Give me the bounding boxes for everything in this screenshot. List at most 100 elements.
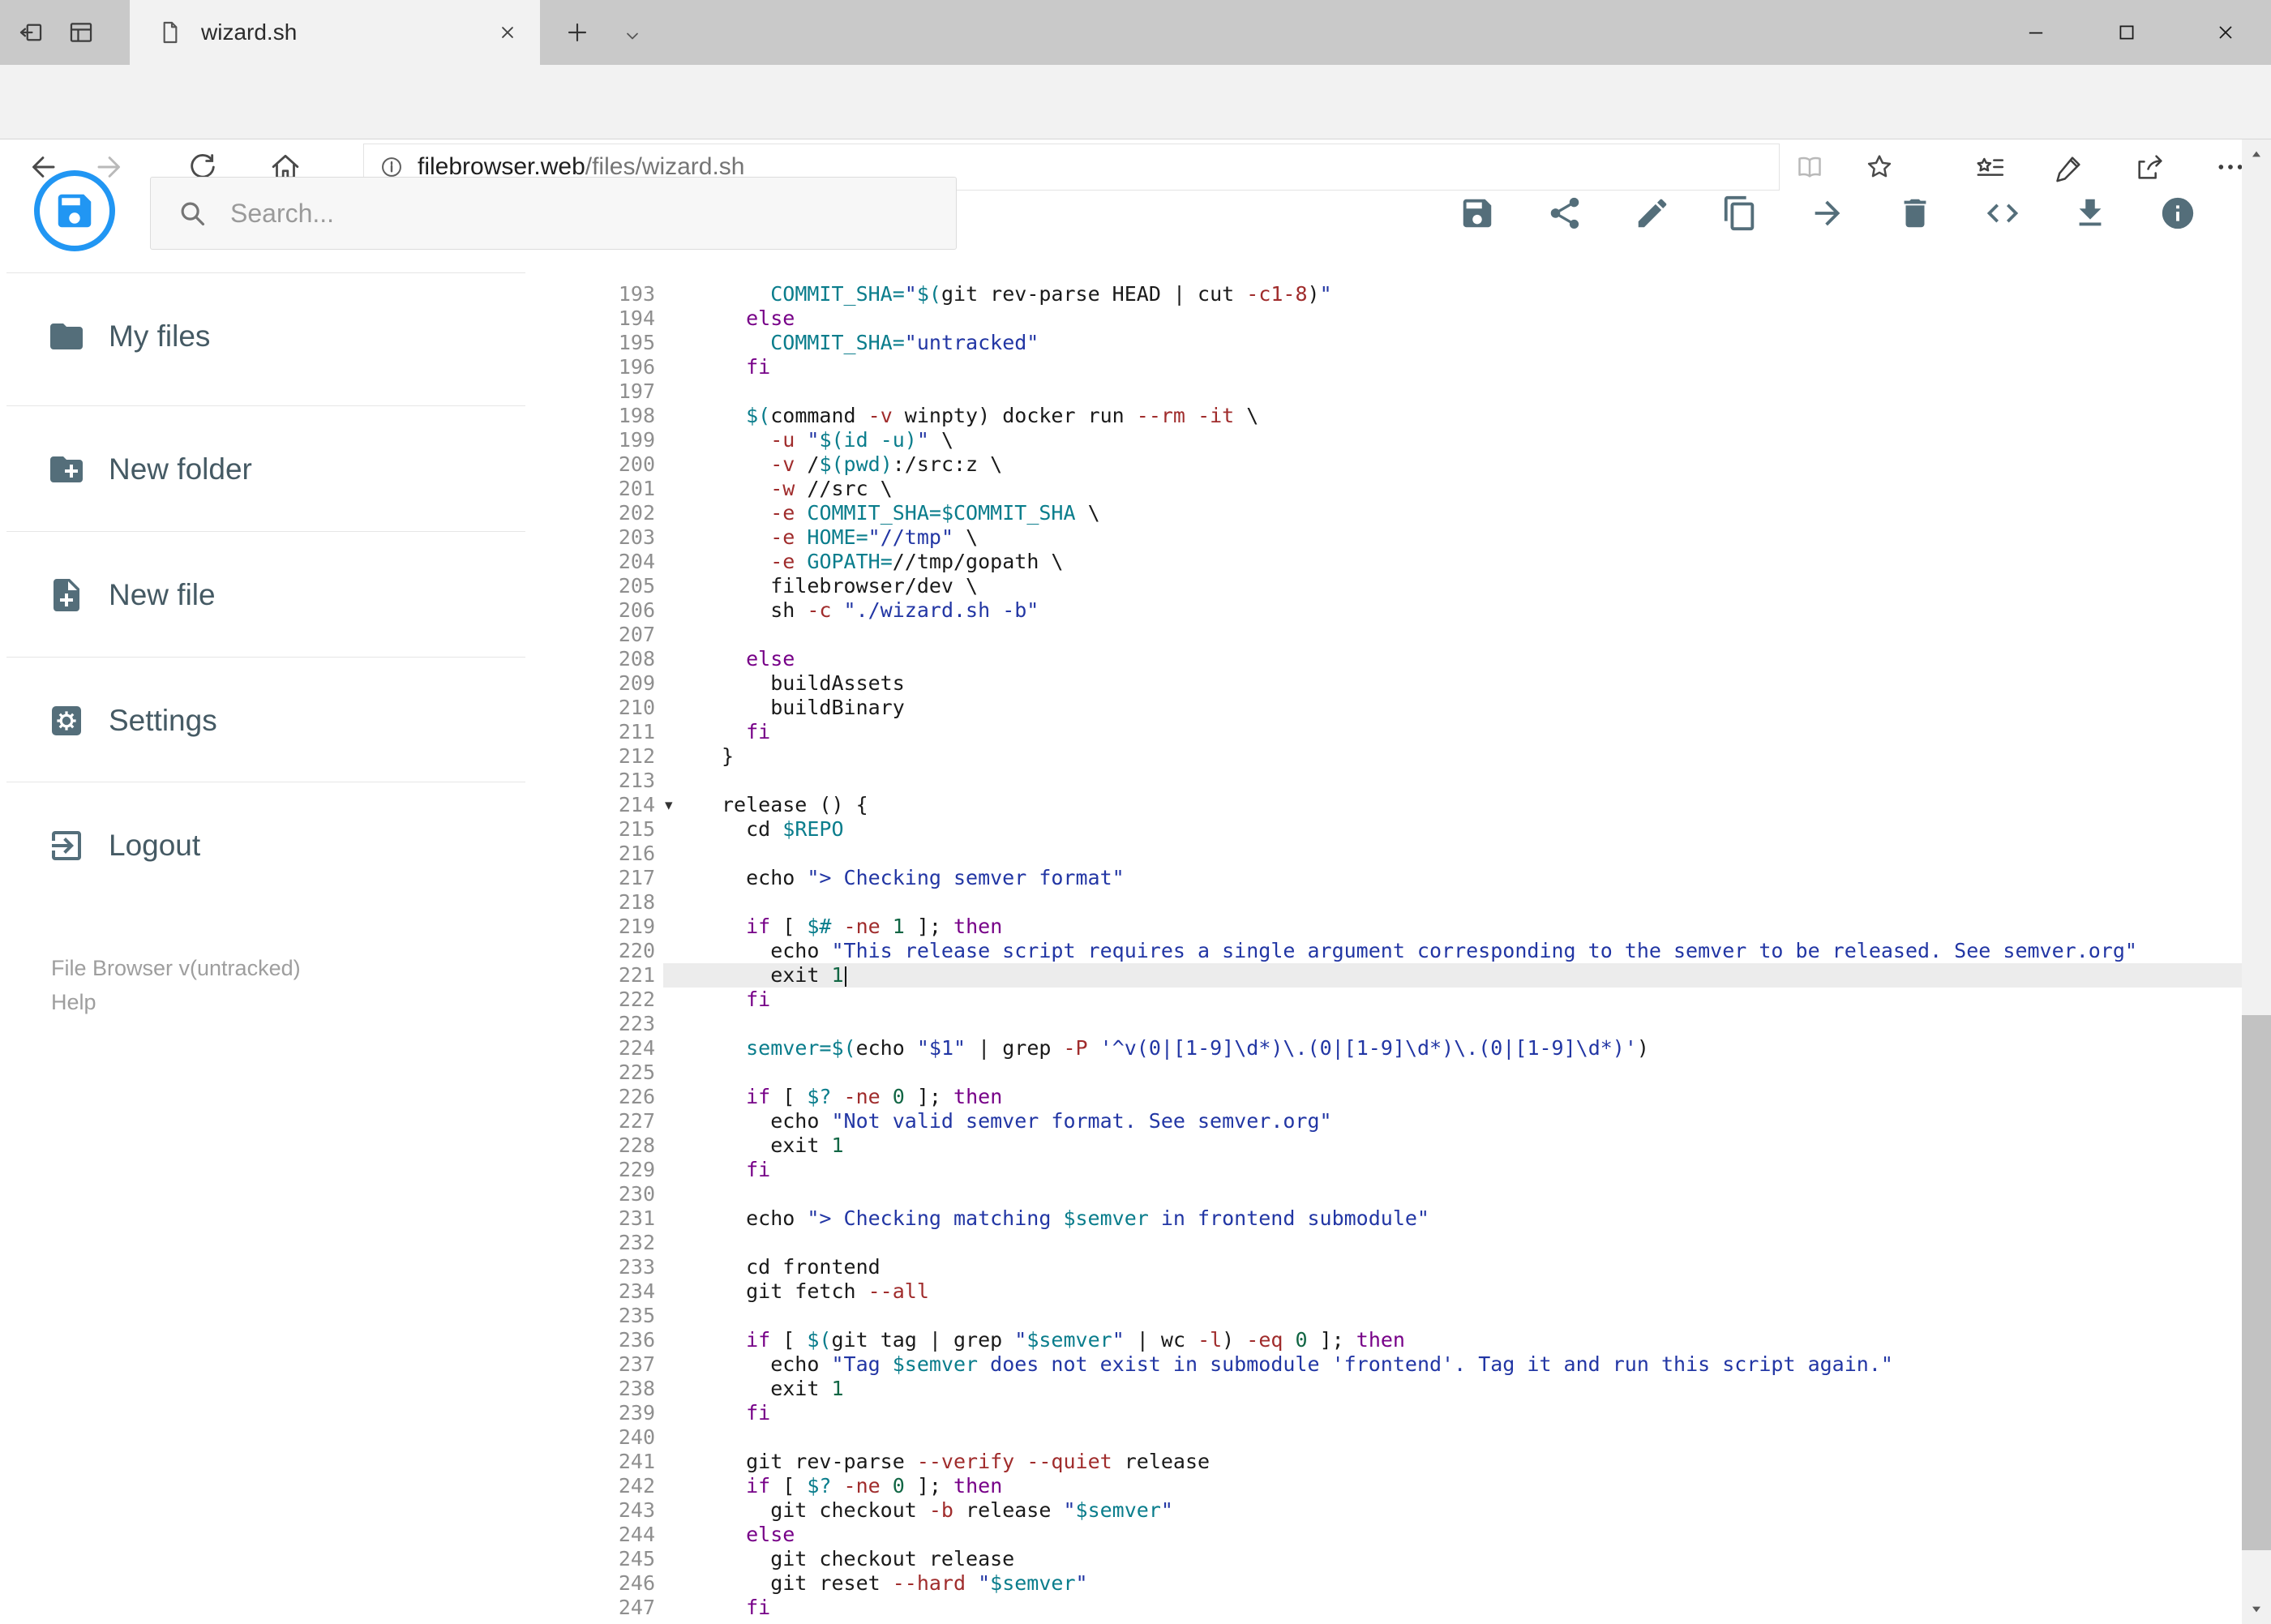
code-line[interactable]: 223 [535, 1012, 2242, 1036]
chevron-down-icon[interactable] [618, 21, 647, 50]
tab-close-icon[interactable] [493, 18, 522, 47]
code-line[interactable]: 246 git reset --hard "$semver" [535, 1571, 2242, 1596]
code-editor[interactable]: 193 COMMIT_SHA="$(git rev-parse HEAD | c… [535, 282, 2242, 1624]
code-line[interactable]: 220 echo "This release script requires a… [535, 939, 2242, 963]
favorite-star-icon[interactable] [1857, 144, 1902, 190]
code-text: -e GOPATH=//tmp/gopath \ [770, 550, 1064, 573]
code-line[interactable]: 216 [535, 842, 2242, 866]
help-link[interactable]: Help [51, 988, 301, 1017]
code-line[interactable]: 205 filebrowser/dev \ [535, 574, 2242, 598]
code-line[interactable]: 221 exit 1 [535, 963, 2242, 988]
fold-marker-icon[interactable]: ▾ [665, 793, 673, 817]
code-line[interactable]: 211 fi [535, 720, 2242, 744]
scroll-down-icon[interactable] [2242, 1595, 2271, 1624]
line-number: 221 [618, 963, 655, 987]
code-line[interactable]: 247 fi [535, 1596, 2242, 1620]
code-line[interactable]: 197 [535, 379, 2242, 404]
logout-icon [47, 826, 86, 865]
code-line[interactable]: 233 cd frontend [535, 1255, 2242, 1279]
code-text: fi [746, 355, 771, 379]
code-line[interactable]: 208 else [535, 647, 2242, 671]
code-text: else [746, 1523, 795, 1546]
sidebar-item-logout[interactable]: Logout [6, 782, 525, 909]
page-scrollbar[interactable] [2242, 139, 2271, 1624]
move-icon[interactable] [1805, 191, 1850, 236]
code-text: filebrowser/dev \ [722, 574, 979, 598]
code-line[interactable]: 194 else [535, 306, 2242, 331]
code-line[interactable]: 242 if [ $? -ne 0 ]; then [535, 1474, 2242, 1498]
web-note-pen-icon[interactable] [2047, 144, 2093, 190]
code-line[interactable]: 207 [535, 623, 2242, 647]
minimize-icon[interactable] [1990, 0, 2081, 65]
code-line[interactable]: 210 buildBinary [535, 696, 2242, 720]
code-line[interactable]: 231 echo "> Checking matching $semver in… [535, 1206, 2242, 1231]
code-line[interactable]: 230 [535, 1182, 2242, 1206]
code-line[interactable]: 193 COMMIT_SHA="$(git rev-parse HEAD | c… [535, 282, 2242, 306]
set-tabs-aside-icon[interactable] [13, 15, 49, 50]
delete-icon[interactable] [1892, 191, 1938, 236]
search-box[interactable] [150, 177, 957, 250]
code-line[interactable]: 244 else [535, 1523, 2242, 1547]
code-line[interactable]: 202 -e COMMIT_SHA=$COMMIT_SHA \ [535, 501, 2242, 525]
code-line[interactable]: 199 -u "$(id -u)" \ [535, 428, 2242, 452]
code-line[interactable]: 241 git rev-parse --verify --quiet relea… [535, 1450, 2242, 1474]
code-line[interactable]: 209 buildAssets [535, 671, 2242, 696]
download-icon[interactable] [2067, 191, 2113, 236]
reading-view-icon[interactable] [1787, 144, 1832, 190]
code-line[interactable]: 228 exit 1 [535, 1133, 2242, 1158]
close-icon[interactable] [2180, 0, 2271, 65]
code-line[interactable]: 203 -e HOME="//tmp" \ [535, 525, 2242, 550]
code-line[interactable]: 218 [535, 890, 2242, 915]
sidebar-item-my-files[interactable]: My files [6, 272, 525, 400]
code-line[interactable]: 215 cd $REPO [535, 817, 2242, 842]
edit-icon[interactable] [1630, 191, 1675, 236]
save-icon[interactable] [1455, 191, 1500, 236]
code-line[interactable]: 227 echo "Not valid semver format. See s… [535, 1109, 2242, 1133]
code-text: COMMIT_SHA="untracked" [770, 331, 1039, 354]
code-line[interactable]: 213 [535, 769, 2242, 793]
scrollbar-thumb[interactable] [2242, 1015, 2271, 1550]
browser-tab[interactable]: wizard.sh [130, 0, 540, 65]
sidebar-item-settings[interactable]: Settings [6, 657, 525, 784]
code-line[interactable]: 229 fi [535, 1158, 2242, 1182]
code-line[interactable]: 200 -v /$(pwd):/src:z \ [535, 452, 2242, 477]
code-line[interactable]: 204 -e GOPATH=//tmp/gopath \ [535, 550, 2242, 574]
code-line[interactable]: 219 if [ $# -ne 1 ]; then [535, 915, 2242, 939]
code-line[interactable]: 217 echo "> Checking semver format" [535, 866, 2242, 890]
code-line[interactable]: 237 echo "Tag $semver does not exist in … [535, 1352, 2242, 1377]
scroll-up-icon[interactable] [2242, 139, 2271, 169]
code-line[interactable]: 212} [535, 744, 2242, 769]
sidebar-item-new-folder[interactable]: New folder [6, 405, 525, 533]
code-line[interactable]: 196 fi [535, 355, 2242, 379]
filebrowser-logo[interactable] [34, 170, 115, 251]
hub-favorites-icon[interactable] [1967, 144, 2012, 190]
info-icon[interactable] [2155, 191, 2200, 236]
code-line[interactable]: 224 semver=$(echo "$1" | grep -P '^v(0|[… [535, 1036, 2242, 1061]
code-line[interactable]: 238 exit 1 [535, 1377, 2242, 1401]
code-line[interactable]: 236 if [ $(git tag | grep "$semver" | wc… [535, 1328, 2242, 1352]
code-line[interactable]: 239 fi [535, 1401, 2242, 1425]
code-line[interactable]: 235 [535, 1304, 2242, 1328]
code-line[interactable]: 201 -w //src \ [535, 477, 2242, 501]
code-line[interactable]: 222 fi [535, 988, 2242, 1012]
maximize-icon[interactable] [2081, 0, 2172, 65]
code-line[interactable]: 198 $(command -v winpty) docker run --rm… [535, 404, 2242, 428]
code-line[interactable]: 226 if [ $? -ne 0 ]; then [535, 1085, 2242, 1109]
search-input[interactable] [229, 197, 897, 229]
code-line[interactable]: 214 ▾ release () { [535, 793, 2242, 817]
code-line[interactable]: 232 [535, 1231, 2242, 1255]
code-line[interactable]: 234 git fetch --all [535, 1279, 2242, 1304]
share-page-icon[interactable] [2127, 144, 2173, 190]
share-icon[interactable] [1542, 191, 1588, 236]
code-line[interactable]: 243 git checkout -b release "$semver" [535, 1498, 2242, 1523]
sidebar-item-new-file[interactable]: New file [6, 531, 525, 658]
code-line[interactable]: 240 [535, 1425, 2242, 1450]
new-tab-icon[interactable] [559, 15, 595, 50]
copy-icon[interactable] [1717, 191, 1763, 236]
tabs-preview-icon[interactable] [63, 15, 99, 50]
code-line[interactable]: 195 COMMIT_SHA="untracked" [535, 331, 2242, 355]
code-line[interactable]: 206 sh -c "./wizard.sh -b" [535, 598, 2242, 623]
code-line[interactable]: 245 git checkout release [535, 1547, 2242, 1571]
code-icon[interactable] [1980, 191, 2025, 236]
code-line[interactable]: 225 [535, 1061, 2242, 1085]
